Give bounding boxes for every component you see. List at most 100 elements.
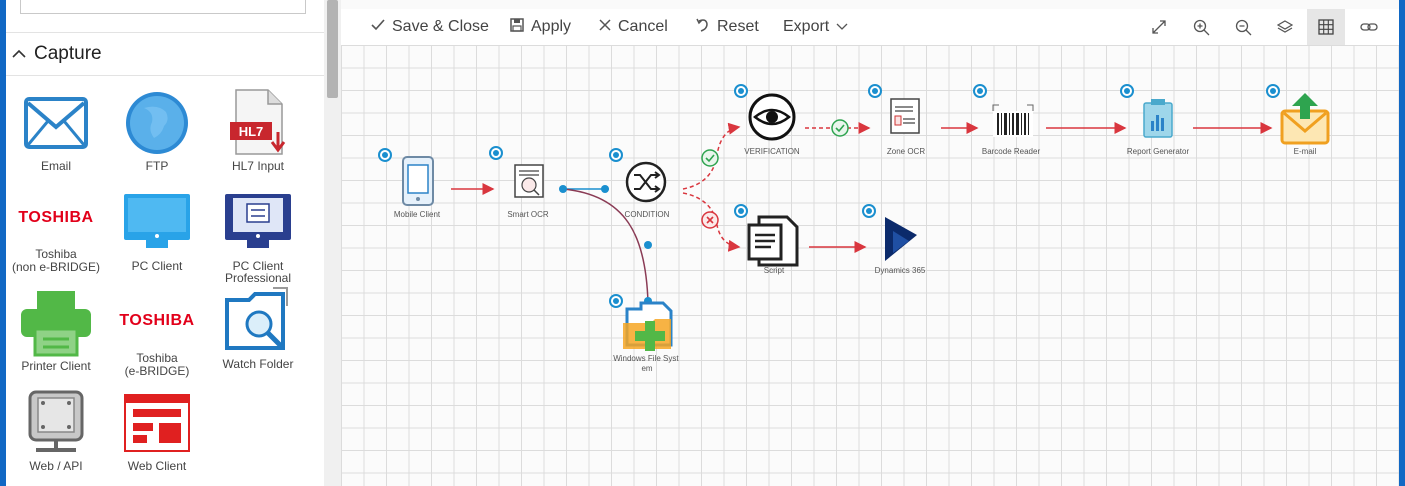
tile-web-api[interactable]: Web / API [6,386,106,473]
node-zone-ocr[interactable]: Zone OCR [887,98,925,156]
svg-text:Dynamics 365: Dynamics 365 [875,266,926,275]
tile-toshiba-ebridge[interactable]: TOSHIBA Toshiba (e-BRIDGE) [107,290,207,378]
save-close-button[interactable]: Save & Close [371,9,489,45]
connector-handle[interactable] [644,241,652,249]
undo-icon [696,18,710,37]
design-canvas[interactable]: Mobile Client Smart OCR CONDITION VERIFI… [341,45,1399,486]
node-condition[interactable]: CONDITION [625,161,670,219]
tile-label: PC Client Professional [224,259,292,285]
button-label: Export [783,18,830,35]
search-input[interactable] [20,0,306,14]
barcode-icon [992,104,1034,137]
folder-search-icon [208,284,308,358]
floppy-disk-icon [510,17,524,37]
svg-text:Script: Script [764,266,785,275]
close-icon [599,18,611,36]
monitor-settings-icon [208,186,308,260]
node-barcode-reader[interactable]: Barcode Reader [982,104,1041,156]
tile-ftp[interactable]: FTP [107,86,207,173]
node-smart-ocr[interactable]: Smart OCR [507,164,549,219]
divider [6,32,324,33]
connector[interactable] [562,188,649,304]
tile-pc-client-professional[interactable]: PC Client Professional [208,186,308,284]
expand-icon[interactable] [1141,9,1177,45]
server-icon [6,386,106,460]
dynamics-logo [885,217,917,261]
svg-text:VERIFICATION: VERIFICATION [744,147,800,156]
layers-icon[interactable] [1267,9,1303,45]
success-check-icon [701,149,719,167]
tile-label: Toshiba (e-BRIDGE) [124,351,190,378]
cancel-button[interactable]: Cancel [599,9,668,45]
node-script[interactable]: Script [747,215,799,275]
apply-button[interactable]: Apply [510,9,571,45]
failure-x-icon [701,211,719,229]
svg-text:Smart OCR: Smart OCR [507,210,549,219]
scrollbar-thumb[interactable] [327,0,338,98]
toshiba-logo: TOSHIBA [18,209,94,226]
section-title: Capture [34,43,102,64]
tile-label: PC Client [131,259,183,273]
svg-text:CONDITION: CONDITION [625,210,670,219]
capture-section-header[interactable]: Capture [12,40,102,68]
tile-watch-folder[interactable]: Watch Folder [208,284,308,371]
success-check-icon [831,119,849,137]
tile-pc-client[interactable]: PC Client [107,186,207,273]
sidebar-scrollbar[interactable] [324,0,341,486]
divider [6,75,324,76]
tile-email[interactable]: Email [6,86,106,173]
web-form-icon [107,386,207,460]
monitor-icon [107,186,207,260]
node-email[interactable]: E-mail [1280,93,1330,156]
button-label: Cancel [618,18,668,35]
tile-printer-client[interactable]: Printer Client [6,286,106,373]
sidebar: Capture Email FTP HL7 HL7 Input TOSHIBA … [6,0,341,486]
tile-label: Email [40,159,71,173]
node-mobile-client[interactable]: Mobile Client [394,156,441,219]
node-verification[interactable]: VERIFICATION [744,93,800,156]
connector-handle[interactable] [559,185,567,193]
svg-text:Mobile Client: Mobile Client [394,210,441,219]
email-upload-icon [1280,93,1330,145]
toshiba-logo: TOSHIBA [119,312,195,329]
envelope-icon [6,86,106,160]
tile-toshiba-non-ebridge[interactable]: TOSHIBA Toshiba (non e-BRIDGE) [6,188,106,274]
export-dropdown[interactable]: Export [783,9,848,45]
toolbar: Save & Close Apply Cancel Reset Export [341,9,1399,45]
node-windows-file-system[interactable]: Windows File Syst em [613,301,681,373]
svg-text:Windows File Syst em: Windows File Syst em [613,354,681,373]
connector-handle[interactable] [601,185,609,193]
tile-web-client[interactable]: Web Client [107,386,207,473]
chevron-down-icon [836,18,848,36]
tile-hl7-input[interactable]: HL7 HL7 Input [208,86,308,173]
zoom-out-icon[interactable] [1225,9,1261,45]
zoom-in-icon[interactable] [1183,9,1219,45]
tile-label: Printer Client [21,359,91,373]
link-icon[interactable] [1351,9,1387,45]
tile-label: Web / API [29,459,83,473]
script-document-icon [747,215,799,267]
node-label-line2: em [641,364,652,373]
checkmark-icon [371,18,385,36]
node-report-generator[interactable]: Report Generator [1127,99,1190,156]
svg-text:Report Generator: Report Generator [1127,147,1190,156]
grid-icon[interactable] [1307,9,1345,45]
file-system-icon [623,301,673,351]
eye-icon [748,93,796,141]
workflow-diagram: Mobile Client Smart OCR CONDITION VERIFI… [378,84,1330,373]
printer-icon [6,286,106,360]
tile-label: Web Client [127,459,187,473]
node-dynamics-365[interactable]: Dynamics 365 [875,217,926,275]
button-label: Apply [531,18,572,35]
node-label-line1: Windows File Syst [613,354,679,363]
svg-text:Zone OCR: Zone OCR [887,147,925,156]
zone-ocr-icon [890,98,920,134]
smart-ocr-icon [514,164,544,198]
shuffle-icon [625,161,667,203]
reset-button[interactable]: Reset [696,9,759,45]
globe-icon [107,86,207,160]
mobile-phone-icon [402,156,434,206]
clipboard-chart-icon [1143,99,1173,138]
button-label: Reset [717,18,759,35]
hl7-document-icon: HL7 [208,86,308,160]
